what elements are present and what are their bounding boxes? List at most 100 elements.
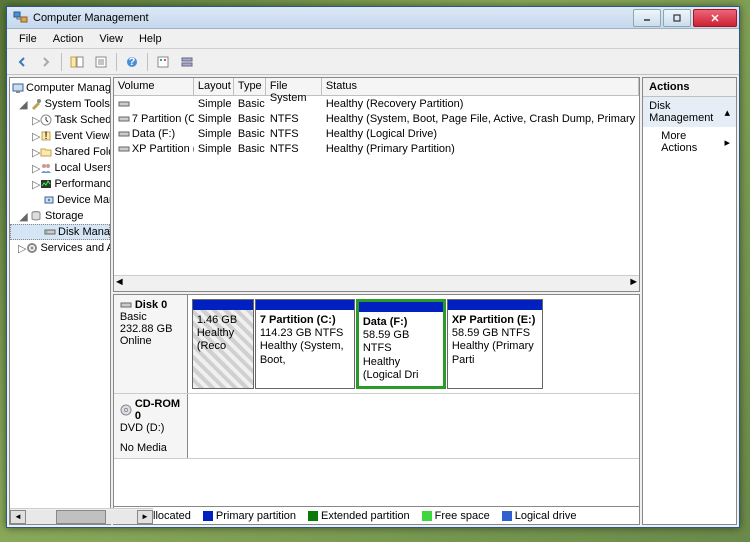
- menu-action[interactable]: Action: [45, 31, 92, 47]
- close-button[interactable]: [693, 9, 737, 27]
- partition-f[interactable]: Data (F:)58.59 GB NTFSHealthy (Logical D…: [356, 299, 446, 389]
- tree-task-scheduler[interactable]: ▷Task Scheduler: [10, 112, 110, 128]
- actions-disk-management[interactable]: Disk Management▴: [643, 97, 736, 127]
- users-icon: [40, 161, 52, 175]
- volume-icon: [118, 114, 130, 124]
- toolbar: ?: [7, 49, 739, 75]
- volume-header: Volume Layout Type File System Status: [114, 78, 639, 96]
- tree-services[interactable]: ▷Services and Applications: [10, 240, 110, 256]
- expand-icon[interactable]: ▷: [32, 114, 40, 127]
- navigation-tree[interactable]: Computer Management (Local ◢System Tools…: [9, 77, 111, 525]
- volume-name: 7 Partition (C:): [132, 113, 194, 125]
- legend: Unallocated Primary partition Extended p…: [114, 506, 639, 524]
- scroll-left-icon[interactable]: ◄: [114, 276, 125, 291]
- legend-primary-icon: [203, 511, 213, 521]
- forward-button[interactable]: [35, 51, 57, 73]
- tree-system-tools[interactable]: ◢System Tools: [10, 96, 110, 112]
- minimize-button[interactable]: [633, 9, 661, 27]
- settings-button[interactable]: [152, 51, 174, 73]
- partition-e[interactable]: XP Partition (E:)58.59 GB NTFSHealthy (P…: [447, 299, 543, 389]
- disk-icon: [44, 225, 56, 239]
- volume-list[interactable]: Volume Layout Type File System Status Si…: [113, 77, 640, 292]
- tree-root[interactable]: Computer Management (Local: [10, 80, 110, 96]
- col-layout[interactable]: Layout: [194, 78, 234, 95]
- tree-performance[interactable]: ▷Performance: [10, 176, 110, 192]
- volume-icon: [118, 99, 130, 109]
- actions-more[interactable]: More Actions▸: [643, 127, 736, 157]
- svg-text:?: ?: [129, 56, 136, 68]
- tree-storage[interactable]: ◢Storage: [10, 208, 110, 224]
- volume-icon: [118, 129, 130, 139]
- col-fs[interactable]: File System: [266, 78, 322, 95]
- disk-0-row[interactable]: Disk 0 Basic 232.88 GB Online 1.46 GBHea…: [114, 295, 639, 394]
- legend-free-icon: [422, 511, 432, 521]
- scroll-right-icon[interactable]: ►: [628, 276, 639, 291]
- computer-management-window: Computer Management File Action View Hel…: [6, 6, 740, 528]
- expand-icon[interactable]: ▷: [18, 242, 26, 255]
- titlebar[interactable]: Computer Management: [7, 7, 739, 29]
- expand-icon[interactable]: ▷: [32, 146, 40, 159]
- tree-event-viewer[interactable]: ▷!Event Viewer: [10, 128, 110, 144]
- services-icon: [26, 241, 38, 255]
- volume-row[interactable]: Data (F:)SimpleBasicNTFSHealthy (Logical…: [114, 126, 639, 141]
- actions-header: Actions: [643, 78, 736, 97]
- maximize-button[interactable]: [663, 9, 691, 27]
- volume-scrollbar[interactable]: ◄ ►: [114, 275, 639, 291]
- properties-button[interactable]: [90, 51, 112, 73]
- back-button[interactable]: [11, 51, 33, 73]
- tools-icon: [29, 97, 43, 111]
- perf-icon: [40, 177, 52, 191]
- partition-recovery[interactable]: 1.46 GBHealthy (Reco: [192, 299, 254, 389]
- volume-row[interactable]: XP Partition (E:)SimpleBasicNTFSHealthy …: [114, 141, 639, 156]
- show-hide-tree-button[interactable]: [66, 51, 88, 73]
- tree-local-users[interactable]: ▷Local Users and Groups: [10, 160, 110, 176]
- volume-name: Data (F:): [132, 128, 175, 140]
- scroll-left-icon[interactable]: ◄: [10, 510, 26, 524]
- cdrom-row[interactable]: CD-ROM 0 DVD (D:) No Media: [114, 394, 639, 459]
- col-status[interactable]: Status: [322, 78, 639, 95]
- device-icon: [43, 193, 55, 207]
- disk-graphic: Disk 0 Basic 232.88 GB Online 1.46 GBHea…: [113, 294, 640, 525]
- toolbar-separator: [147, 53, 148, 71]
- volume-name: XP Partition (E:): [132, 143, 194, 155]
- collapse-icon[interactable]: ◢: [18, 98, 29, 111]
- col-type[interactable]: Type: [234, 78, 266, 95]
- collapse-icon: ▴: [724, 106, 730, 119]
- menubar: File Action View Help: [7, 29, 739, 49]
- toolbar-separator: [61, 53, 62, 71]
- event-icon: !: [40, 129, 52, 143]
- volume-row[interactable]: SimpleBasicHealthy (Recovery Partition): [114, 96, 639, 111]
- tree-device-manager[interactable]: Device Manager: [10, 192, 110, 208]
- window-title: Computer Management: [33, 12, 631, 24]
- partition-c[interactable]: 7 Partition (C:)114.23 GB NTFSHealthy (S…: [255, 299, 355, 389]
- help-button[interactable]: ?: [121, 51, 143, 73]
- collapse-icon[interactable]: ◢: [18, 210, 29, 223]
- svg-text:!: !: [45, 130, 48, 142]
- legend-extended-icon: [308, 511, 318, 521]
- expand-icon[interactable]: ▷: [32, 178, 40, 191]
- legend-logical-icon: [502, 511, 512, 521]
- disk-icon: [120, 299, 132, 311]
- toolbar-separator: [116, 53, 117, 71]
- menu-view[interactable]: View: [91, 31, 131, 47]
- actions-panel: Actions Disk Management▴ More Actions▸: [642, 77, 737, 525]
- computer-icon: [12, 81, 24, 95]
- tree-scrollbar[interactable]: ◄ ►: [10, 508, 111, 524]
- cdrom-info[interactable]: CD-ROM 0 DVD (D:) No Media: [114, 394, 188, 458]
- tree-disk-management[interactable]: Disk Management: [10, 224, 110, 240]
- menu-file[interactable]: File: [11, 31, 45, 47]
- col-volume[interactable]: Volume: [114, 78, 194, 95]
- volume-row[interactable]: 7 Partition (C:)SimpleBasicNTFSHealthy (…: [114, 111, 639, 126]
- disk-0-info[interactable]: Disk 0 Basic 232.88 GB Online: [114, 295, 188, 393]
- app-icon: [13, 10, 29, 26]
- storage-icon: [29, 209, 43, 223]
- cdrom-icon: [120, 404, 132, 416]
- menu-help[interactable]: Help: [131, 31, 170, 47]
- expand-icon[interactable]: ▷: [32, 130, 40, 143]
- list-button[interactable]: [176, 51, 198, 73]
- chevron-right-icon: ▸: [724, 136, 730, 149]
- scroll-thumb[interactable]: [56, 510, 106, 524]
- expand-icon[interactable]: ▷: [32, 162, 40, 175]
- volume-icon: [118, 144, 130, 154]
- tree-shared-folders[interactable]: ▷Shared Folders: [10, 144, 110, 160]
